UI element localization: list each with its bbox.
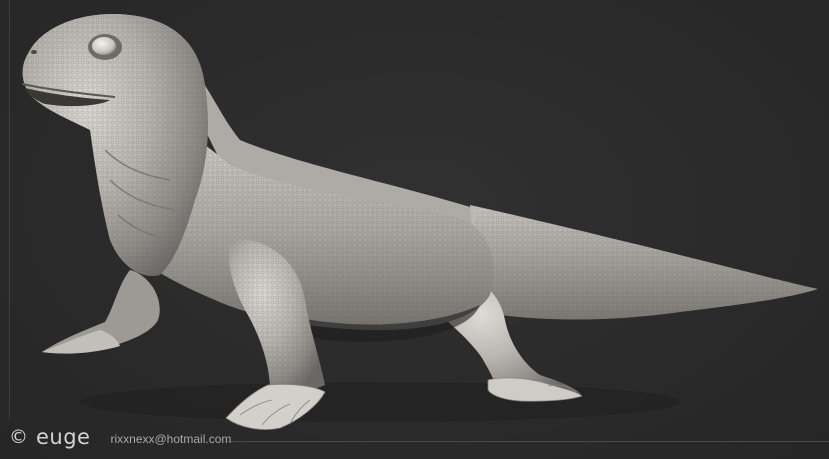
artist-signature: © euge rixxnexx@hotmail.com — [9, 424, 231, 450]
left-divider — [9, 0, 10, 420]
lizard-sculpt-render — [21, 14, 818, 430]
copyright-icon: © — [9, 425, 28, 448]
artist-name: euge — [36, 425, 91, 449]
ground-shadow — [80, 382, 680, 422]
hind-foot — [487, 377, 583, 402]
nostril — [31, 50, 37, 54]
footer-divider — [228, 441, 829, 442]
lizard-eye — [92, 37, 116, 55]
artist-email: rixxnexx@hotmail.com — [110, 432, 232, 446]
